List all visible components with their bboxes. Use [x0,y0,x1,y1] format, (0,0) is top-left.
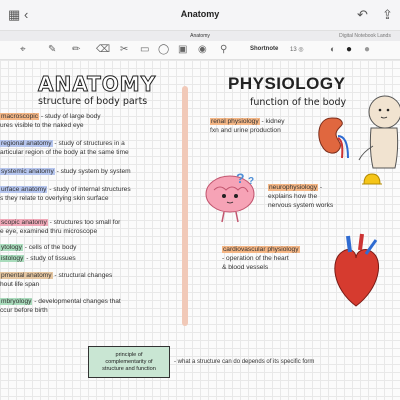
shortnote-button[interactable]: Shortnote [250,46,278,52]
note-text: - structures too small for [47,219,121,226]
page-divider [182,86,188,326]
term-highlight: cardiovascular physiology [222,246,300,253]
note-text: - structural changes [52,272,113,279]
principle-box: principle of complementarity of structur… [88,346,170,378]
term-highlight: scopic anatomy [0,219,48,226]
note-cytology: ytology - cells of the body [0,243,76,252]
term-highlight: pmental anatomy [0,272,53,279]
note-histology: istology - study of tissues [0,254,76,263]
note-developmental: pmental anatomy - structural changes hout… [0,271,112,289]
note-neuro: neurophysiology - explains how the nervous… [268,183,333,210]
note-text: - [318,184,323,191]
term-highlight: neurophysiology [268,184,319,191]
image-icon[interactable]: ▣ [178,44,187,55]
physiology-subtitle: function of the body [250,97,347,108]
tab-2[interactable] [100,31,140,41]
note-regional: regional anatomy - study of structures i… [0,139,129,157]
note-text: - study of large body [39,113,101,120]
tool-bar: ⌖ ✎ ✏ ⌫ ✂ ▭ ◯ ▣ ◉ ⚲ Shortnote 13 ◎ ◐ ● ● [0,41,400,60]
note-text: ures visible to the naked eye [0,122,84,129]
question-mark-icon: ? [248,176,255,187]
note-cardiovascular: cardiovascular physiology - operation of … [222,245,300,272]
physiology-title: PHYSIOLOGY [228,74,346,93]
title-bar: ▦ ‹ Anatomy ↶ ⇪ [0,0,400,30]
note-text: & blood vessels [222,264,269,271]
note-surface: urface anatomy - study of internal struc… [0,185,131,203]
bell-sticker [362,173,382,185]
note-text: - study of tissues [24,255,76,262]
term-highlight: ytology [0,244,23,251]
note-text: s they relate to overlying skin surface [0,195,109,202]
box-line: principle of [115,351,143,358]
note-systemic: systemic anatomy - study system by syste… [0,167,131,176]
note-text: - study of internal structures [47,186,131,193]
note-text: - study of structures in a [52,140,125,147]
note-text: explains how the [268,193,318,200]
term-highlight: mbryology [0,298,33,305]
note-text: ccur before birth [0,307,48,314]
pencil-icon[interactable]: ✏ [72,44,80,55]
pen-icon[interactable]: ✎ [48,44,56,55]
note-text: - cells of the body [22,244,77,251]
character-sticker [358,95,400,169]
term-highlight: urface anatomy [0,186,48,193]
lasso-icon[interactable]: ⌖ [20,44,26,55]
undo-icon[interactable]: ↶ [357,7,368,23]
note-text: hout life span [0,281,40,288]
anatomy-subtitle: structure of body parts [38,96,148,107]
brain-sticker [205,175,255,223]
anatomy-title: ANATOMY [37,72,157,97]
term-highlight: macroscopic [0,113,40,120]
camera-icon[interactable]: ◉ [198,44,207,55]
shape-icon[interactable]: ◯ [158,44,169,55]
note-text: - operation of the heart [222,255,289,262]
note-text: fxn and urine production [210,127,281,134]
link-icon[interactable]: ⚲ [220,44,227,55]
black-color-swatch[interactable]: ● [346,44,352,55]
principle-note: - what a structure can do depends of its… [174,359,315,365]
note-microscopic: scopic anatomy - structures too small fo… [0,218,120,236]
tab-label: Anatomy [190,33,210,39]
term-highlight: systemic anatomy [0,168,55,175]
note-text: - study system by system [54,168,131,175]
tab-digital-notebook[interactable]: Digital Notebook Lands [330,31,400,41]
highlighter-icon[interactable]: ▭ [140,44,149,55]
tab-label: Digital Notebook Lands [339,33,391,39]
note-renal: renal physiology - kidney fxn and urine p… [210,117,285,135]
box-line: structure and function [102,365,156,372]
kidney-sticker [318,117,349,159]
share-icon[interactable]: ⇪ [382,7,393,23]
note-macroscopic: macroscopic - study of large body ures vi… [0,112,101,130]
note-text: - kidney [259,118,285,125]
note-text: - developmental changes that [32,298,121,305]
note-text: nervous system works [268,202,334,209]
tab-anatomy[interactable]: Anatomy [170,31,230,41]
heart-sticker [334,233,380,307]
note-text: articular region of the body at the same… [0,149,129,156]
question-mark-icon: ? [236,170,245,186]
color-picker-icon[interactable]: ◐ [330,44,335,54]
gray-color-swatch[interactable]: ● [364,44,370,55]
term-highlight: istology [0,255,25,262]
tab-1[interactable] [4,31,74,41]
scissors-icon[interactable]: ✂ [120,44,128,55]
note-embryology: mbryology - developmental changes that cc… [0,297,121,315]
size-selector[interactable]: 13 ◎ [290,46,304,53]
box-line: complementarity of [105,358,153,365]
note-text: e eye, examined thru microscope [0,228,98,235]
document-title[interactable]: Anatomy [0,9,400,19]
eraser-icon[interactable]: ⌫ [96,44,110,55]
term-highlight: renal physiology [210,118,260,125]
term-highlight: regional anatomy [0,140,53,147]
